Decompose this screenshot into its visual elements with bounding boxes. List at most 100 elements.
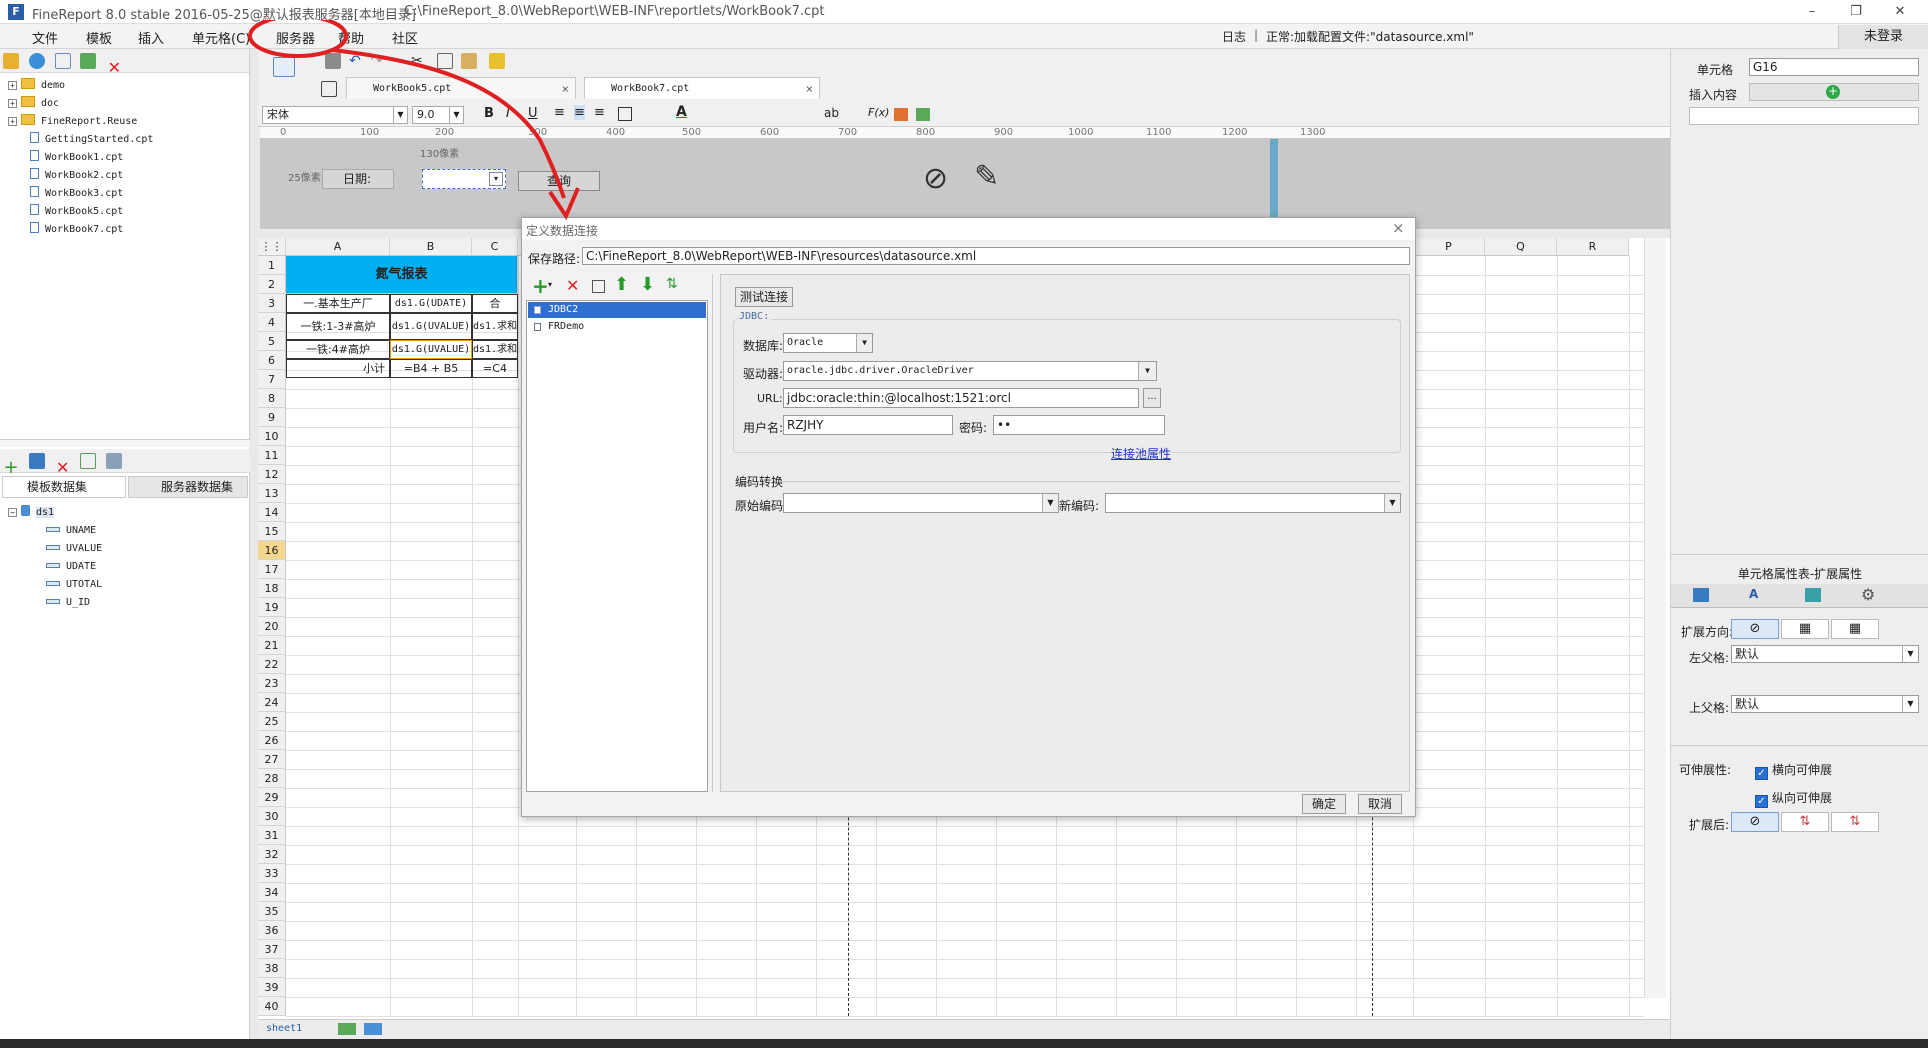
no-expand-icon[interactable]: ⊘: [1731, 619, 1779, 639]
open-folder-icon[interactable]: [3, 53, 19, 69]
row-header[interactable]: 36: [258, 921, 286, 940]
add-poly-sheet-icon[interactable]: [364, 1023, 382, 1035]
row-header[interactable]: 16: [258, 541, 286, 560]
row-header[interactable]: 9: [258, 408, 286, 427]
cell[interactable]: 小计: [286, 359, 390, 378]
vertical-scrollbar[interactable]: [1644, 238, 1666, 998]
row-header[interactable]: 23: [258, 674, 286, 693]
row-header[interactable]: 33: [258, 864, 286, 883]
tab-workbook7[interactable]: WorkBook7.cpt ×: [584, 77, 820, 99]
tab-template-dataset[interactable]: 模板数据集: [2, 476, 126, 498]
restore-icon[interactable]: ❐: [1836, 2, 1876, 22]
hide-icon[interactable]: ⊘: [923, 161, 948, 196]
cell[interactable]: ds1.G(UDATE): [390, 294, 472, 313]
wrap-icon[interactable]: ab: [824, 106, 839, 120]
sort-descending-icon[interactable]: ⇅: [1831, 812, 1879, 832]
pool-properties-link[interactable]: 连接池属性: [1111, 445, 1171, 462]
tree-item-doc[interactable]: + doc: [8, 95, 59, 113]
column-header[interactable]: R: [1557, 238, 1629, 256]
no-expand-icon[interactable]: ⊘: [1731, 812, 1779, 832]
splitter[interactable]: [0, 439, 250, 447]
row-header[interactable]: 18: [258, 579, 286, 598]
corner-cell[interactable]: ⋮⋮: [258, 238, 286, 256]
minimize-icon[interactable]: –: [1792, 2, 1832, 22]
login-button[interactable]: 未登录: [1838, 25, 1928, 49]
tree-item-file[interactable]: WorkBook3.cpt: [30, 185, 123, 203]
cell[interactable]: ds1.G(UVALUE): [390, 313, 472, 340]
save-path-field[interactable]: C:\FineReport_8.0\WebReport\WEB-INF\reso…: [582, 247, 1410, 265]
row-header[interactable]: 25: [258, 712, 286, 731]
row-header[interactable]: 27: [258, 750, 286, 769]
ok-button[interactable]: 确定: [1302, 794, 1346, 814]
image-icon[interactable]: [916, 108, 930, 121]
horizontal-stretch-checkbox[interactable]: ✓ 横向可伸展: [1755, 761, 1832, 780]
menu-insert[interactable]: 插入: [138, 28, 164, 47]
cancel-button[interactable]: 取消: [1358, 794, 1402, 814]
close-icon[interactable]: ✕: [1880, 2, 1920, 22]
field-item[interactable]: U_ID: [46, 594, 90, 612]
row-header[interactable]: 2: [258, 275, 286, 294]
tree-item-reuse[interactable]: + FineReport.Reuse: [8, 113, 137, 131]
cell[interactable]: 合: [472, 294, 518, 313]
tree-item-file[interactable]: WorkBook7.cpt: [30, 221, 123, 239]
top-parent-select[interactable]: 默认 ▼: [1731, 695, 1919, 713]
database-select[interactable]: Oracle ▼: [783, 333, 873, 353]
password-field[interactable]: ••: [993, 415, 1165, 435]
row-header[interactable]: 21: [258, 636, 286, 655]
chart-icon[interactable]: [894, 108, 908, 121]
new-encoding-select[interactable]: ▼: [1105, 493, 1401, 513]
delete-icon[interactable]: ✕: [106, 60, 122, 76]
cell[interactable]: ds1.求和: [472, 313, 518, 340]
tab-font-icon[interactable]: A: [1749, 587, 1758, 601]
splitter[interactable]: [1671, 554, 1928, 562]
username-field[interactable]: RZJHY: [783, 415, 953, 435]
tab-style-icon[interactable]: [1693, 588, 1709, 602]
test-connection-button[interactable]: 测试连接: [735, 287, 793, 307]
move-down-icon[interactable]: ⬇: [640, 274, 655, 295]
copy-icon[interactable]: [592, 280, 605, 293]
cell[interactable]: ds1.G(UVALUE): [390, 340, 472, 359]
add-icon[interactable]: +: [3, 459, 19, 477]
row-header[interactable]: 39: [258, 978, 286, 997]
sheet-tab[interactable]: sheet1: [266, 1023, 302, 1034]
field-item[interactable]: UTOTAL: [46, 576, 102, 594]
database-icon[interactable]: [106, 453, 123, 469]
pencil-icon[interactable]: ✎: [974, 159, 999, 194]
connection-item-frdemo[interactable]: FRDemo: [528, 319, 706, 335]
row-header[interactable]: 40: [258, 997, 286, 1016]
row-header[interactable]: 19: [258, 598, 286, 617]
preview-icon[interactable]: [80, 453, 97, 469]
settings-icon[interactable]: ⚙: [1861, 585, 1875, 604]
border-icon[interactable]: [618, 107, 632, 121]
cell[interactable]: 一铁:4#高炉: [286, 340, 390, 359]
font-color-icon[interactable]: A: [676, 104, 687, 120]
field-item[interactable]: UDATE: [46, 558, 96, 576]
horizontal-expand-icon[interactable]: ▦: [1831, 619, 1879, 639]
formula-icon[interactable]: F(x): [868, 106, 889, 119]
row-header[interactable]: 22: [258, 655, 286, 674]
cell[interactable]: ds1.求和: [472, 340, 518, 359]
column-header[interactable]: B: [390, 238, 472, 256]
row-header[interactable]: 12: [258, 465, 286, 484]
row-header[interactable]: 34: [258, 883, 286, 902]
row-header[interactable]: 26: [258, 731, 286, 750]
export-icon[interactable]: [80, 53, 97, 69]
row-header[interactable]: 1: [258, 256, 286, 275]
row-header[interactable]: 7: [258, 370, 286, 389]
delete-icon[interactable]: ✕: [566, 276, 579, 295]
add-icon[interactable]: +: [532, 274, 549, 298]
splitter[interactable]: [712, 274, 718, 792]
vertical-stretch-checkbox[interactable]: ✓ 纵向可伸展: [1755, 789, 1832, 808]
cell[interactable]: =B4 + B5: [390, 359, 472, 378]
chevron-down-icon[interactable]: ▾: [548, 280, 552, 289]
insert-content-button[interactable]: +: [1749, 83, 1919, 101]
row-header[interactable]: 28: [258, 769, 286, 788]
splitter[interactable]: [1270, 139, 1278, 229]
move-up-icon[interactable]: ⬆: [614, 274, 629, 295]
row-header[interactable]: 31: [258, 826, 286, 845]
tree-item-demo[interactable]: + demo: [8, 77, 65, 95]
menu-template[interactable]: 模板: [86, 28, 112, 47]
row-header[interactable]: 8: [258, 389, 286, 408]
row-header[interactable]: 20: [258, 617, 286, 636]
sort-ascending-icon[interactable]: ⇅: [1781, 812, 1829, 832]
